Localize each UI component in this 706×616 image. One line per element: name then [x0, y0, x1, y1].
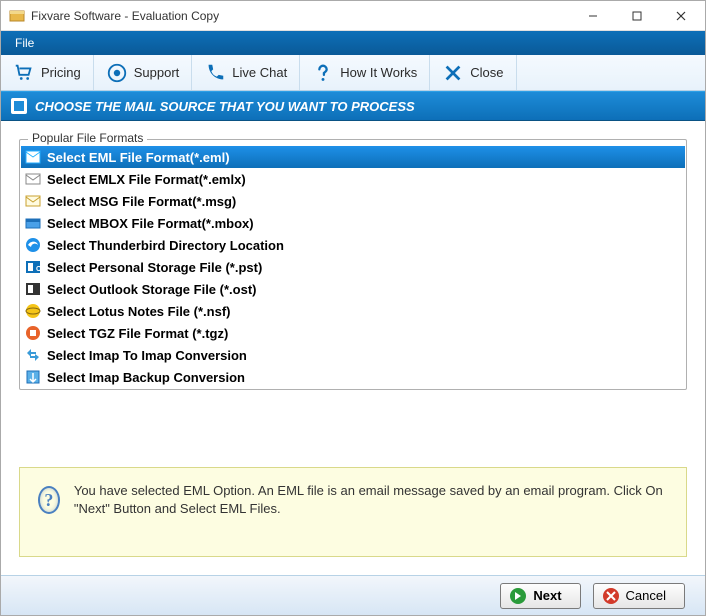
- format-item[interactable]: Select Outlook Storage File (*.ost): [21, 278, 685, 300]
- toolbar: Pricing Support Live Chat How It Works C…: [1, 55, 705, 91]
- menubar: File: [1, 31, 705, 55]
- cancel-button[interactable]: Cancel: [593, 583, 685, 609]
- close-label: Close: [470, 65, 503, 80]
- format-item-label: Select Imap Backup Conversion: [47, 370, 245, 385]
- cancel-label: Cancel: [626, 588, 666, 603]
- close-window-button[interactable]: [659, 2, 703, 30]
- format-item-label: Select Lotus Notes File (*.nsf): [47, 304, 230, 319]
- how-it-works-button[interactable]: How It Works: [300, 55, 430, 90]
- close-icon: [442, 62, 464, 84]
- window-controls: [571, 2, 703, 30]
- format-item-label: Select TGZ File Format (*.tgz): [47, 326, 228, 341]
- live-chat-label: Live Chat: [232, 65, 287, 80]
- button-bar: Next Cancel: [1, 575, 705, 615]
- thunderbird-icon: [25, 237, 41, 253]
- ost-icon: [25, 281, 41, 297]
- format-item[interactable]: O Select Personal Storage File (*.pst): [21, 256, 685, 278]
- how-it-works-label: How It Works: [340, 65, 417, 80]
- imapbackup-icon: [25, 369, 41, 385]
- next-button[interactable]: Next: [500, 583, 580, 609]
- pst-icon: O: [25, 259, 41, 275]
- info-box: ? You have selected EML Option. An EML f…: [19, 467, 687, 557]
- content-area: Popular File Formats Select EML File For…: [1, 121, 705, 575]
- format-item[interactable]: Select TGZ File Format (*.tgz): [21, 322, 685, 344]
- mbox-icon: [25, 215, 41, 231]
- eml-icon: [25, 149, 41, 165]
- question-icon: [312, 62, 334, 84]
- format-item[interactable]: Select MBOX File Format(*.mbox): [21, 212, 685, 234]
- format-item-label: Select MBOX File Format(*.mbox): [47, 216, 254, 231]
- format-item[interactable]: Select Thunderbird Directory Location: [21, 234, 685, 256]
- live-chat-button[interactable]: Live Chat: [192, 55, 300, 90]
- app-icon: [9, 8, 25, 24]
- groupbox-legend: Popular File Formats: [28, 131, 147, 145]
- format-item[interactable]: Select MSG File Format(*.msg): [21, 190, 685, 212]
- emlx-icon: [25, 171, 41, 187]
- svg-text:O: O: [36, 266, 41, 273]
- format-item-label: Select EMLX File Format(*.emlx): [47, 172, 246, 187]
- pricing-button[interactable]: Pricing: [1, 55, 94, 90]
- format-item[interactable]: Select EML File Format(*.eml): [21, 146, 685, 168]
- titlebar: Fixvare Software - Evaluation Copy: [1, 1, 705, 31]
- format-item[interactable]: Select EMLX File Format(*.emlx): [21, 168, 685, 190]
- imap-icon: [25, 347, 41, 363]
- format-item-label: Select MSG File Format(*.msg): [47, 194, 236, 209]
- format-item[interactable]: Select Lotus Notes File (*.nsf): [21, 300, 685, 322]
- next-label: Next: [533, 588, 561, 603]
- info-icon: ?: [38, 486, 60, 514]
- cancel-icon: [602, 587, 620, 605]
- section-title: CHOOSE THE MAIL SOURCE THAT YOU WANT TO …: [35, 99, 415, 114]
- info-text: You have selected EML Option. An EML fil…: [74, 482, 668, 518]
- window-title: Fixvare Software - Evaluation Copy: [31, 9, 571, 23]
- format-item[interactable]: Select Imap To Imap Conversion: [21, 344, 685, 366]
- format-item-label: Select Imap To Imap Conversion: [47, 348, 247, 363]
- format-item-label: Select Personal Storage File (*.pst): [47, 260, 262, 275]
- format-item-label: Select Thunderbird Directory Location: [47, 238, 284, 253]
- cart-icon: [13, 62, 35, 84]
- format-item[interactable]: Select Imap Backup Conversion: [21, 366, 685, 388]
- page-icon: [11, 98, 27, 114]
- nsf-icon: [25, 303, 41, 319]
- tgz-icon: [25, 325, 41, 341]
- phone-icon: [204, 62, 226, 84]
- support-button[interactable]: Support: [94, 55, 193, 90]
- support-label: Support: [134, 65, 180, 80]
- format-list: Select EML File Format(*.eml) Select EMLX…: [21, 146, 685, 388]
- close-button[interactable]: Close: [430, 55, 516, 90]
- arrow-right-icon: [509, 587, 527, 605]
- format-item-label: Select Outlook Storage File (*.ost): [47, 282, 256, 297]
- headset-icon: [106, 62, 128, 84]
- pricing-label: Pricing: [41, 65, 81, 80]
- msg-icon: [25, 193, 41, 209]
- formats-groupbox: Popular File Formats Select EML File For…: [19, 139, 687, 390]
- minimize-button[interactable]: [571, 2, 615, 30]
- format-item-label: Select EML File Format(*.eml): [47, 150, 230, 165]
- section-header: CHOOSE THE MAIL SOURCE THAT YOU WANT TO …: [1, 91, 705, 121]
- menu-file[interactable]: File: [7, 33, 42, 53]
- app-window: Fixvare Software - Evaluation Copy File …: [0, 0, 706, 616]
- maximize-button[interactable]: [615, 2, 659, 30]
